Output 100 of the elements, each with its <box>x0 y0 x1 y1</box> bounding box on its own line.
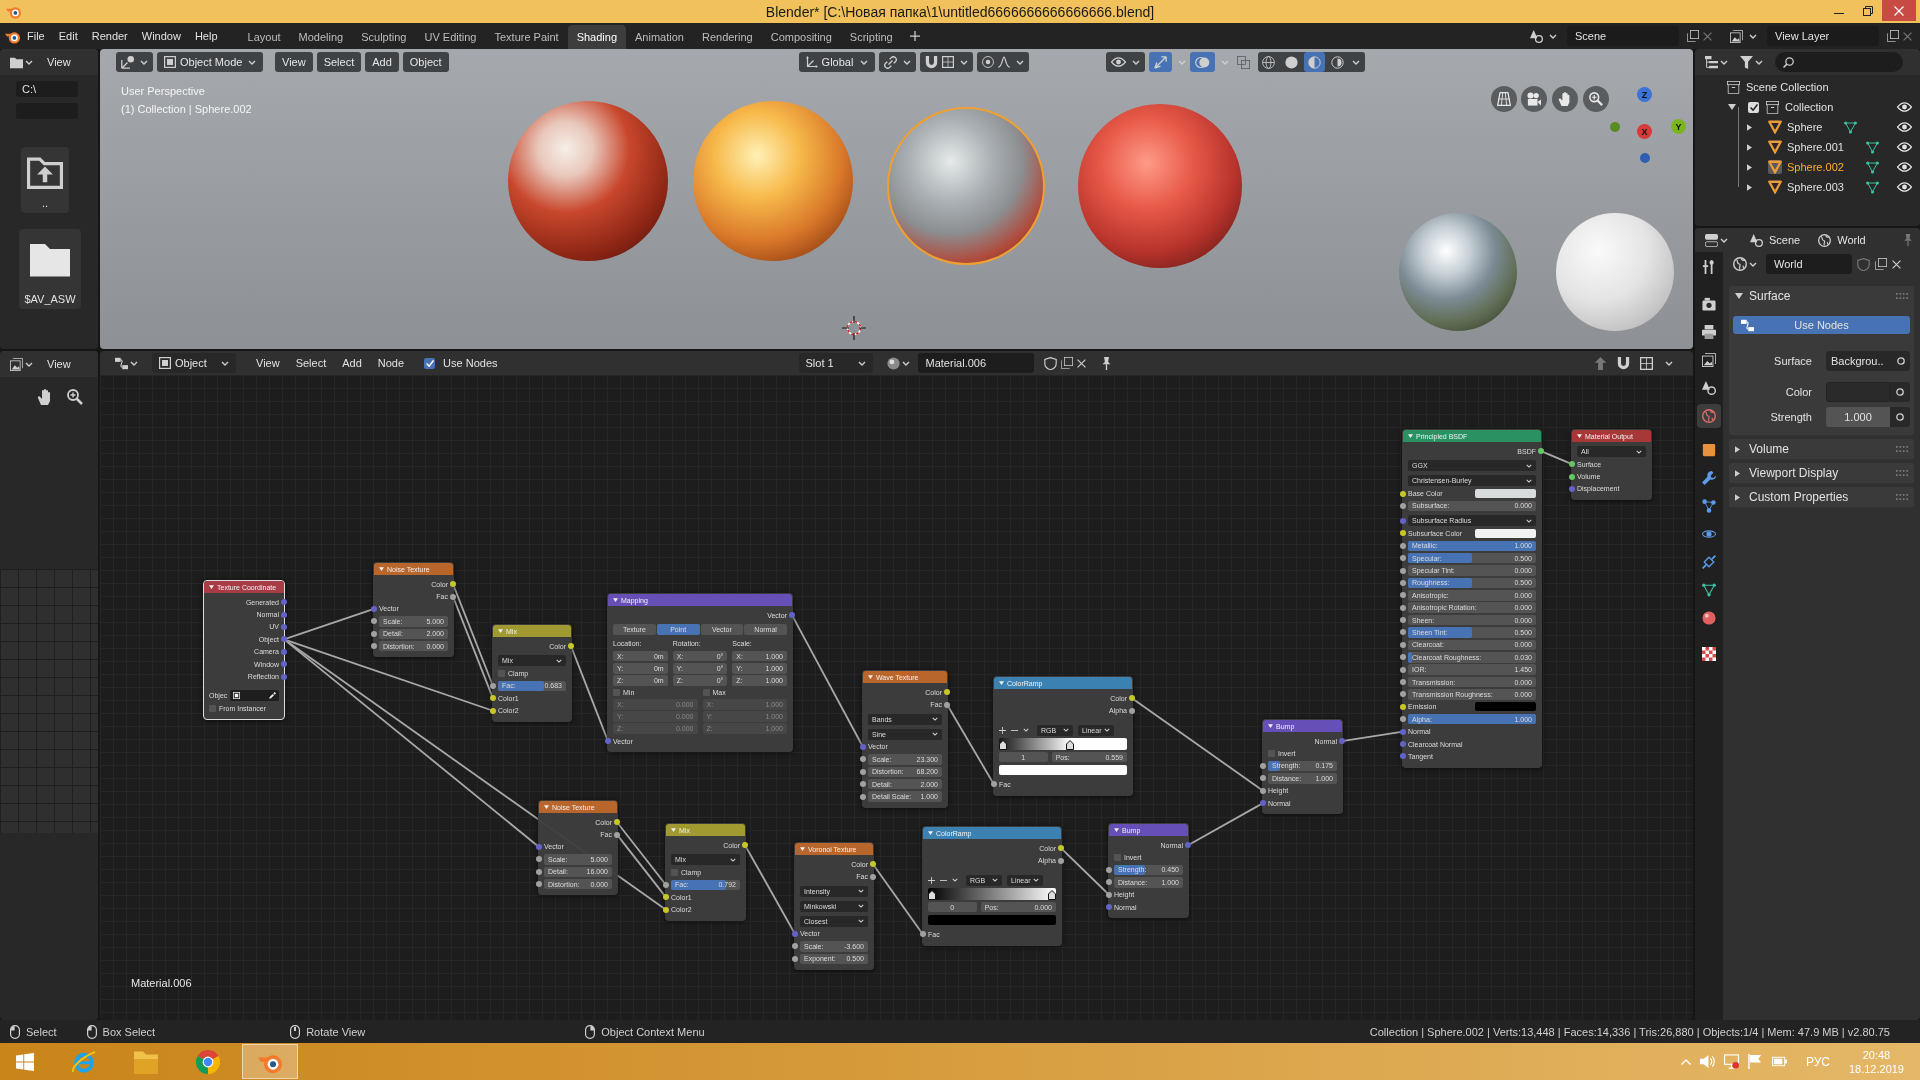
socket-icon[interactable] <box>663 906 669 913</box>
slot-dropdown[interactable]: Slot 1 <box>798 353 873 373</box>
hand-icon[interactable] <box>37 389 53 405</box>
socket-icon[interactable] <box>1538 448 1544 455</box>
socket-icon[interactable] <box>281 599 287 606</box>
nav-button[interactable] <box>1491 86 1517 112</box>
link-button[interactable] <box>1890 382 1910 402</box>
collapse-arrow-icon[interactable] <box>1577 434 1582 438</box>
breadcrumb-label[interactable]: Scene <box>1769 234 1801 246</box>
vertex-triangle-icon[interactable] <box>1865 140 1879 154</box>
socket-icon[interactable] <box>1058 845 1064 852</box>
socket-icon[interactable] <box>944 689 950 696</box>
nav-button[interactable] <box>1583 86 1609 112</box>
stop-marker-icon[interactable] <box>1066 739 1075 750</box>
mode-dropdown[interactable]: Object Mode <box>157 52 263 72</box>
expand-arrow-icon[interactable] <box>1747 143 1752 151</box>
duplicate-icon[interactable] <box>1687 30 1699 42</box>
stop-marker-icon[interactable] <box>1048 889 1056 900</box>
socket-icon[interactable] <box>1400 654 1406 661</box>
arrow-up-icon[interactable] <box>1594 356 1607 370</box>
axis-handle[interactable]: X <box>1637 124 1652 139</box>
vertex-triangle-icon[interactable] <box>1844 120 1858 134</box>
menu-button[interactable]: View <box>41 354 77 374</box>
menu-button[interactable]: View <box>275 52 313 72</box>
menu-item[interactable]: Window <box>134 25 188 47</box>
checkbox[interactable] <box>1114 854 1121 862</box>
workspace-tab[interactable]: Scripting <box>840 25 902 49</box>
socket-icon[interactable] <box>792 943 798 950</box>
socket-icon[interactable] <box>860 793 866 800</box>
socket-icon[interactable] <box>663 894 669 901</box>
checkbox[interactable] <box>209 705 216 713</box>
vertex-triangle-icon[interactable] <box>1865 160 1879 174</box>
grid-icon[interactable] <box>1640 356 1653 370</box>
socket-icon[interactable] <box>1106 891 1112 898</box>
color-swatch[interactable] <box>1474 702 1536 712</box>
workspace-tab[interactable]: Modeling <box>289 25 353 49</box>
socket-icon[interactable] <box>536 881 542 888</box>
menu-item[interactable]: File <box>20 25 52 47</box>
breadcrumb-label[interactable]: World <box>1837 234 1866 246</box>
duplicate-icon[interactable] <box>1875 258 1887 270</box>
axis-handle[interactable]: Y <box>1671 119 1686 134</box>
checkbox[interactable] <box>424 357 436 369</box>
tree-item-label[interactable]: Collection <box>1785 101 1834 113</box>
collapse-arrow-icon[interactable] <box>1268 724 1273 728</box>
socket-icon[interactable] <box>1260 775 1266 782</box>
socket-icon[interactable] <box>1400 592 1406 599</box>
socket-icon[interactable] <box>568 643 574 650</box>
workspace-tab[interactable]: Shading <box>567 25 627 49</box>
socket-icon[interactable] <box>371 630 377 637</box>
number-field[interactable]: 1.000 <box>1826 407 1890 427</box>
snap-dropdown[interactable] <box>919 52 973 72</box>
socket-icon[interactable] <box>1400 555 1406 562</box>
eye-icon[interactable] <box>1897 122 1912 132</box>
proportional-dropdown[interactable] <box>976 52 1029 72</box>
magnet-icon[interactable] <box>1617 356 1630 370</box>
collapse-arrow-icon[interactable] <box>379 567 384 571</box>
eye-icon[interactable] <box>1897 162 1912 172</box>
orientation-dropdown[interactable]: Global <box>798 52 875 72</box>
socket-icon[interactable] <box>1400 604 1406 611</box>
socket-icon[interactable] <box>870 861 876 868</box>
workspace-tab[interactable]: Animation <box>626 25 693 49</box>
workspace-tab[interactable]: Rendering <box>692 25 762 49</box>
socket-icon[interactable] <box>536 856 542 863</box>
world-name-field[interactable]: World <box>1766 254 1852 274</box>
scene-field[interactable]: Scene <box>1567 26 1679 46</box>
menu-button[interactable]: Add <box>365 52 399 72</box>
tree-item-label[interactable]: Sphere <box>1787 121 1823 133</box>
socket-icon[interactable] <box>1400 716 1406 723</box>
collapse-arrow-icon[interactable] <box>999 681 1004 685</box>
color-ramp[interactable] <box>928 887 1056 900</box>
socket-icon[interactable] <box>614 831 620 838</box>
node-card[interactable] <box>1402 429 1542 768</box>
socket-icon[interactable] <box>1400 691 1406 698</box>
socket-icon[interactable] <box>1400 490 1406 497</box>
collapse-arrow-icon[interactable] <box>868 675 873 679</box>
eye-icon[interactable] <box>1897 102 1912 112</box>
socket-icon[interactable] <box>1400 579 1406 586</box>
material-name-field[interactable]: Material.006 <box>917 353 1034 373</box>
color-swatch[interactable] <box>1474 489 1536 499</box>
expand-arrow-icon[interactable] <box>1747 183 1752 191</box>
workspace-tab[interactable]: UV Editing <box>415 25 486 49</box>
socket-icon[interactable] <box>1400 703 1406 710</box>
panel-header[interactable]: Viewport Display <box>1729 463 1914 483</box>
path-field[interactable]: C:\ <box>16 81 78 97</box>
panel-header[interactable]: Surface <box>1729 286 1914 306</box>
socket-icon[interactable] <box>860 781 866 788</box>
socket-icon[interactable] <box>281 611 287 618</box>
gizmo-toggle[interactable] <box>1149 52 1172 72</box>
panel-header[interactable]: Custom Properties <box>1729 487 1914 507</box>
socket-icon[interactable] <box>1400 530 1406 537</box>
menu-button[interactable]: Select <box>289 353 333 373</box>
close-icon[interactable] <box>1903 31 1912 41</box>
eye-icon[interactable] <box>1897 182 1912 192</box>
socket-icon[interactable] <box>663 881 669 888</box>
editor-type-button[interactable] <box>116 52 153 72</box>
nav-button[interactable] <box>1552 86 1578 112</box>
workspace-tab[interactable]: Layout <box>238 25 290 49</box>
socket-icon[interactable] <box>1260 787 1266 794</box>
collapse-arrow-icon[interactable] <box>1408 434 1413 438</box>
duplicate-icon[interactable] <box>1060 357 1073 369</box>
